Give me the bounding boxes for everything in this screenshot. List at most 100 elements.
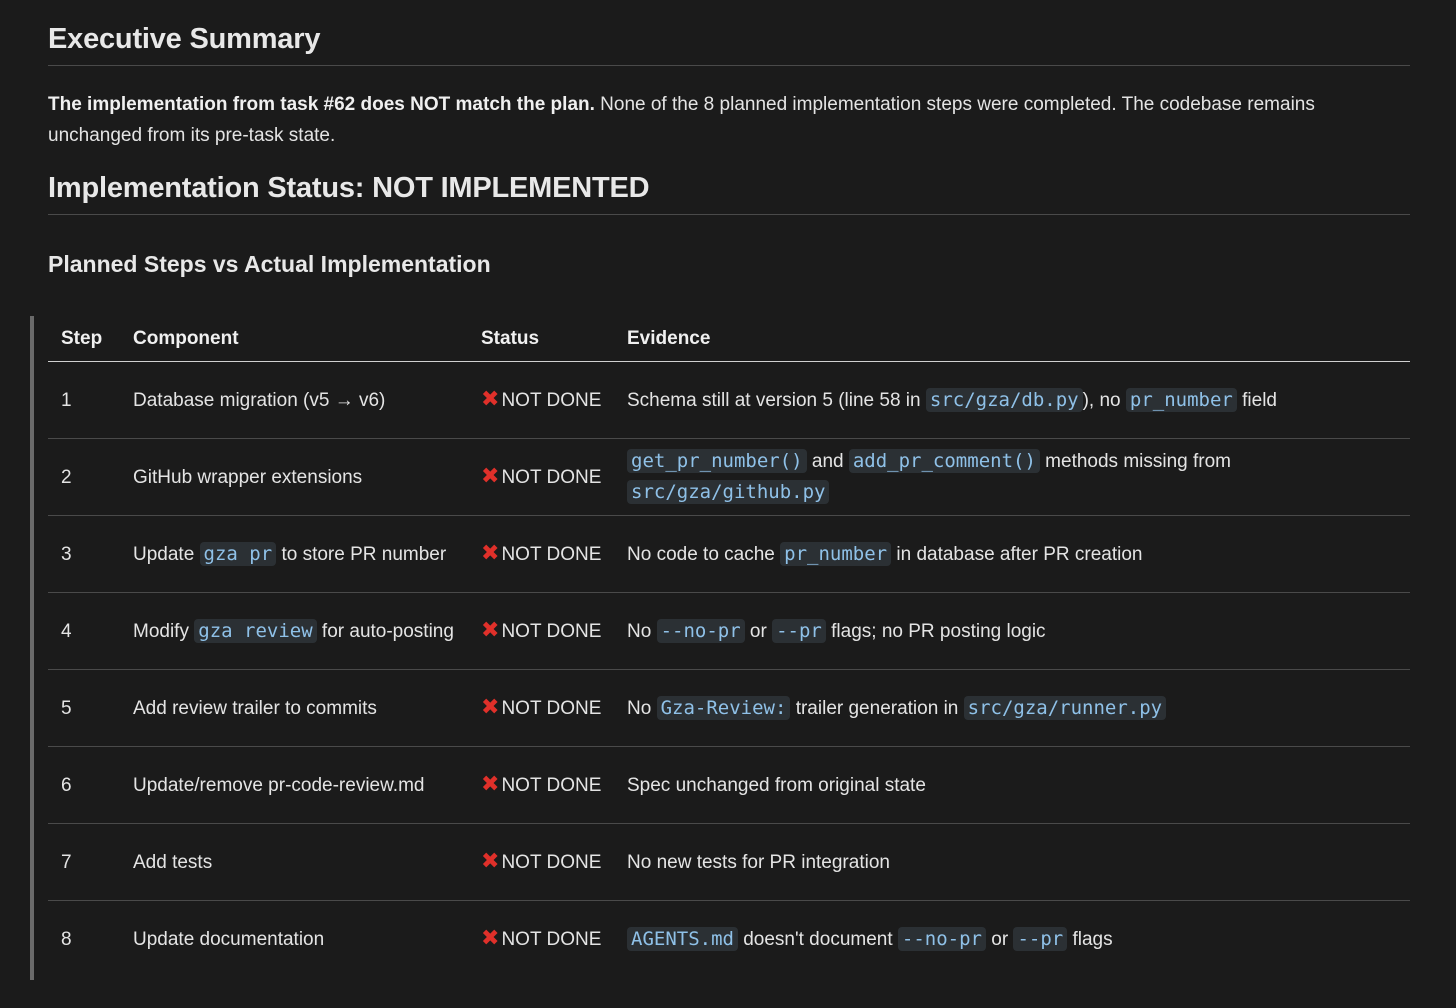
text-segment: ), no xyxy=(1082,389,1126,411)
evidence-cell: Spec unchanged from original state xyxy=(614,746,1410,824)
table-row: 6 Update/remove pr-code-review.md ✖ NOT DON… xyxy=(48,746,1410,824)
cross-mark-icon: ✖ xyxy=(481,693,500,719)
text-segment: or xyxy=(985,928,1014,950)
status-text: NOT DONE xyxy=(501,928,602,950)
step-number: 7 xyxy=(48,823,120,901)
text-segment: to store PR number xyxy=(276,543,447,565)
component-cell: GitHub wrapper extensions xyxy=(120,438,468,516)
cross-mark-icon: ✖ xyxy=(481,462,500,488)
inline-code: --pr xyxy=(772,618,826,643)
step-number: 3 xyxy=(48,515,120,593)
inline-code: gza pr xyxy=(199,541,277,566)
status-cell: ✖ NOT DONE xyxy=(468,438,614,516)
status-text: NOT DONE xyxy=(501,774,602,796)
table-row: 8 Update documentation ✖ NOT DONE AGENTS.md … xyxy=(48,901,1410,978)
column-header-evidence: Evidence xyxy=(614,316,1410,362)
table-row: 4 Modify gza review for auto-posting ✖ NOT … xyxy=(48,592,1410,670)
inline-code: pr_number xyxy=(780,541,892,566)
column-header-step: Step xyxy=(48,316,120,362)
inline-code: src/gza/runner.py xyxy=(963,695,1167,720)
component-cell: Add tests xyxy=(120,823,468,901)
step-number: 1 xyxy=(48,361,120,439)
text-segment: for auto-posting xyxy=(316,620,454,642)
table-row: 2 GitHub wrapper extensions ✖ NOT DONE get_p… xyxy=(48,438,1410,516)
component-cell: Update documentation xyxy=(120,901,468,978)
status-cell: ✖ NOT DONE xyxy=(468,669,614,747)
inline-code: pr_number xyxy=(1125,387,1237,412)
steps-blockquote: Step Component Status Evidence 1 Database… xyxy=(30,316,1414,980)
text-segment: No xyxy=(627,620,657,642)
evidence-cell: No new tests for PR integration xyxy=(614,823,1410,901)
inline-code: AGENTS.md xyxy=(627,926,738,951)
executive-summary-paragraph: The implementation from task #62 does NO… xyxy=(48,66,1410,151)
text-segment: No new tests for PR integration xyxy=(627,851,890,873)
implementation-status-heading: Implementation Status: NOT IMPLEMENTED xyxy=(48,151,1410,215)
column-header-status: Status xyxy=(468,316,614,362)
inline-code: src/gza/db.py xyxy=(925,387,1083,412)
step-number: 6 xyxy=(48,746,120,824)
table-row: 5 Add review trailer to commits ✖ NOT DONE N… xyxy=(48,669,1410,747)
status-cell: ✖ NOT DONE xyxy=(468,515,614,593)
table-header-row: Step Component Status Evidence xyxy=(48,316,1410,362)
summary-bold-text: The implementation from task #62 does NO… xyxy=(48,94,595,115)
inline-code: get_pr_number() xyxy=(627,449,807,473)
evidence-cell: Schema still at version 5 (line 58 in sr… xyxy=(614,361,1410,439)
inline-code: --pr xyxy=(1013,926,1068,951)
inline-code: --no-pr xyxy=(656,618,745,643)
text-segment: methods missing from xyxy=(1039,451,1232,472)
evidence-cell: No Gza-Review: trailer generation in src… xyxy=(614,669,1410,747)
step-number: 4 xyxy=(48,592,120,670)
component-cell: Update gza pr to store PR number xyxy=(120,515,468,593)
text-segment: Update xyxy=(133,543,200,565)
inline-code: add_pr_comment() xyxy=(848,449,1040,473)
text-segment: No code to cache xyxy=(627,543,781,565)
status-text: NOT DONE xyxy=(501,697,602,719)
steps-table: Step Component Status Evidence 1 Database… xyxy=(48,316,1410,977)
text-segment: Update/remove pr-code-review.md xyxy=(133,774,425,796)
executive-summary-heading: Executive Summary xyxy=(48,0,1410,66)
inline-code: --no-pr xyxy=(897,926,986,951)
cross-mark-icon: ✖ xyxy=(481,616,500,642)
component-cell: Modify gza review for auto-posting xyxy=(120,592,468,670)
cross-mark-icon: ✖ xyxy=(481,924,500,950)
status-text: NOT DONE xyxy=(501,851,602,873)
document-page: Executive Summary The implementation fro… xyxy=(48,0,1410,279)
component-cell: Update/remove pr-code-review.md xyxy=(120,746,468,824)
text-segment: doesn't document xyxy=(737,928,898,950)
text-segment: Add review trailer to commits xyxy=(133,697,377,719)
status-text: NOT DONE xyxy=(501,620,602,642)
status-cell: ✖ NOT DONE xyxy=(468,592,614,670)
table-row: 7 Add tests ✖ NOT DONE No new tests for PR i… xyxy=(48,823,1410,901)
text-segment: Spec unchanged from original state xyxy=(627,774,926,796)
text-segment: Schema still at version 5 (line 58 in xyxy=(627,389,926,411)
text-segment: or xyxy=(744,620,773,642)
component-cell: Add review trailer to commits xyxy=(120,669,468,747)
evidence-cell: No --no-pr or --pr flags; no PR posting … xyxy=(614,592,1410,670)
inline-code: src/gza/github.py xyxy=(627,480,830,504)
inline-code: Gza-Review: xyxy=(656,695,791,720)
status-cell: ✖ NOT DONE xyxy=(468,746,614,824)
column-header-component: Component xyxy=(120,316,468,362)
status-text: NOT DONE xyxy=(501,466,602,488)
text-segment: trailer generation in xyxy=(790,697,964,719)
planned-steps-heading: Planned Steps vs Actual Implementation xyxy=(48,251,491,277)
evidence-cell: No code to cache pr_number in database a… xyxy=(614,515,1410,593)
text-segment: Update documentation xyxy=(133,928,325,950)
table-row: 3 Update gza pr to store PR number ✖ NOT DO… xyxy=(48,515,1410,593)
text-segment: Add tests xyxy=(133,851,213,873)
text-segment: in database after PR creation xyxy=(891,543,1143,565)
text-segment: field xyxy=(1236,389,1277,411)
step-number: 8 xyxy=(61,928,72,950)
text-segment: Database migration (v5 → v6) xyxy=(133,389,386,411)
cross-mark-icon: ✖ xyxy=(481,539,500,565)
text-segment: flags xyxy=(1067,928,1113,950)
table-row: 1 Database migration (v5 → v6) ✖ NOT DONE Sc… xyxy=(48,361,1410,439)
cross-mark-icon: ✖ xyxy=(481,385,500,411)
step-number: 5 xyxy=(48,669,120,747)
text-segment: Modify xyxy=(133,620,195,642)
status-text: NOT DONE xyxy=(501,543,602,565)
text-segment: GitHub wrapper extensions xyxy=(133,466,363,488)
cross-mark-icon: ✖ xyxy=(481,770,500,796)
text-segment: flags; no PR posting logic xyxy=(825,620,1046,642)
status-text: NOT DONE xyxy=(501,389,602,411)
